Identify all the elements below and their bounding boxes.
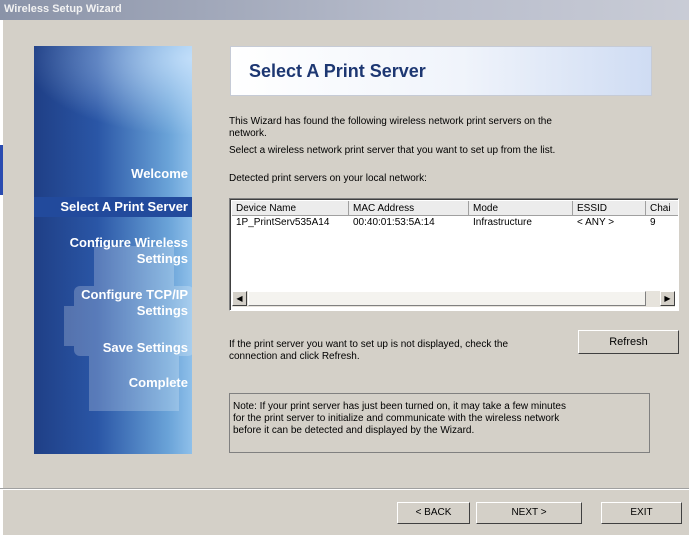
scroll-left-icon[interactable]: ◀ (232, 291, 247, 306)
cell-device-name: 1P_PrintServ535A14 (236, 217, 330, 228)
note-text: Note: If your print server has just been… (233, 401, 645, 437)
column-channel[interactable]: Chai (646, 201, 678, 216)
step-welcome: Welcome (131, 166, 188, 181)
step-configure-tcpip-settings: Settings (136, 303, 188, 318)
table-row[interactable]: 1P_PrintServ535A14 00:40:01:53:5A:14 Inf… (232, 217, 678, 230)
edge-strip (0, 20, 3, 535)
column-device-name[interactable]: Device Name (232, 201, 349, 216)
intro-text-3: Select a wireless network print server t… (229, 145, 556, 156)
note-line-3: before it can be detected and displayed … (233, 425, 475, 436)
exit-button[interactable]: EXIT (601, 502, 682, 524)
cell-mac-address: 00:40:01:53:5A:14 (353, 217, 435, 228)
step-save-settings: Save Settings (102, 340, 188, 355)
cell-mode: Infrastructure (473, 217, 532, 228)
intro-text-1: This Wizard has found the following wire… (229, 116, 552, 127)
column-mode[interactable]: Mode (469, 201, 573, 216)
refresh-hint-2: connection and click Refresh. (229, 351, 360, 362)
cell-channel: 9 (650, 217, 656, 228)
step-configure-tcpip: Configure TCP/IP (81, 287, 188, 302)
step-complete: Complete (128, 375, 188, 390)
column-mac-address[interactable]: MAC Address (349, 201, 469, 216)
page-header: Select A Print Server (230, 46, 652, 96)
step-configure-wireless-settings: Settings (136, 251, 188, 266)
intro-text-2: network. (229, 128, 267, 139)
edge-accent (0, 145, 3, 195)
step-select-print-server: Select A Print Server (60, 199, 188, 214)
horizontal-scrollbar[interactable]: ◀ ▶ (232, 291, 675, 307)
step-configure-wireless: Configure Wireless (69, 235, 188, 250)
refresh-hint-1: If the print server you want to set up i… (229, 339, 509, 350)
table-header: Device Name MAC Address Mode ESSID Chai (232, 201, 678, 217)
title-bar: Wireless Setup Wizard (0, 0, 689, 20)
next-button[interactable]: NEXT > (476, 502, 582, 524)
note-line-1: Note: If your print server has just been… (233, 401, 566, 412)
wizard-window: Wireless Setup Wizard Welcome Select A P… (0, 0, 689, 535)
page-title: Select A Print Server (249, 61, 426, 81)
detected-label: Detected print servers on your local net… (229, 173, 427, 184)
sidebar-glow (34, 46, 192, 136)
column-essid[interactable]: ESSID (573, 201, 646, 216)
print-server-list[interactable]: Device Name MAC Address Mode ESSID Chai … (229, 198, 679, 311)
note-line-2: for the print server to initialize and c… (233, 413, 560, 424)
window-title: Wireless Setup Wizard (4, 3, 122, 15)
footer-separator-highlight (0, 489, 689, 490)
refresh-button[interactable]: Refresh (578, 330, 679, 354)
scrollbar-track[interactable] (248, 291, 646, 306)
cell-essid: < ANY > (577, 217, 615, 228)
back-button[interactable]: < BACK (397, 502, 470, 524)
scroll-right-icon[interactable]: ▶ (660, 291, 675, 306)
note-box: Note: If your print server has just been… (229, 393, 650, 453)
